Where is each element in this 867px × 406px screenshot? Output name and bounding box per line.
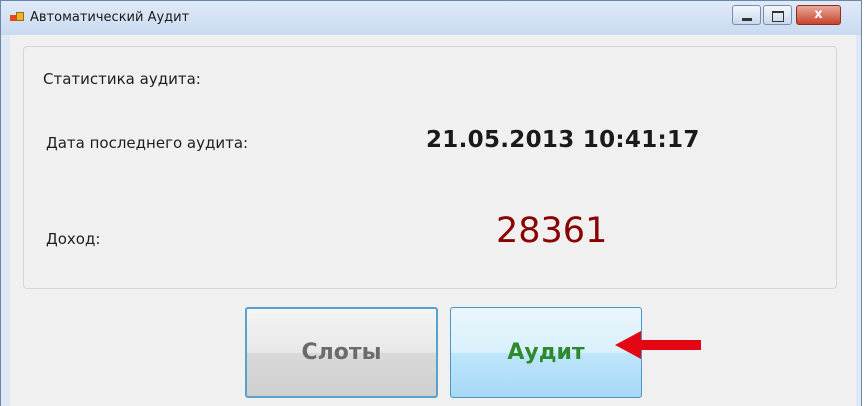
income-value: 28361: [496, 211, 608, 251]
title-bar[interactable]: Автоматический Аудит x: [1, 1, 861, 35]
slots-button[interactable]: Слоты: [245, 307, 438, 398]
groupbox-title: Статистика аудита:: [41, 70, 203, 88]
minimize-button[interactable]: [732, 5, 761, 25]
last-audit-label: Дата последнего аудита:: [46, 134, 249, 152]
close-button[interactable]: x: [796, 5, 841, 25]
maximize-button[interactable]: [763, 5, 792, 25]
close-icon: x: [814, 7, 823, 22]
audit-button[interactable]: Аудит: [450, 307, 642, 398]
window-title: Автоматический Аудит: [30, 10, 190, 25]
red-arrow-icon: [615, 331, 701, 359]
last-audit-value: 21.05.2013 10:41:17: [426, 127, 700, 153]
app-icon: [10, 12, 24, 24]
income-label: Доход:: [46, 230, 101, 248]
